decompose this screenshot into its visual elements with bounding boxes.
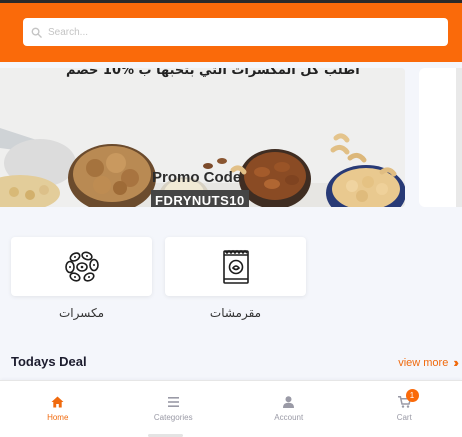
nuts-photo: [0, 68, 405, 207]
promo-code-label: Promo Code: [152, 169, 242, 186]
nav-home-label: Home: [47, 413, 69, 422]
app-header: [0, 0, 462, 62]
search-icon: [31, 27, 42, 38]
todays-deal-title: Todays Deal: [11, 354, 87, 369]
search-bar[interactable]: [23, 18, 448, 46]
home-icon: [51, 395, 64, 409]
promo-code-value: FDRYNUTS10: [151, 190, 249, 207]
nav-home[interactable]: Home: [0, 381, 116, 437]
bottom-navigation: Home Categories Account Cart 1: [0, 380, 462, 437]
next-banner-preview[interactable]: [419, 68, 462, 207]
nuts-icon: [64, 250, 99, 282]
user-icon: [283, 395, 295, 409]
snack-bag-icon: [222, 249, 249, 284]
menu-icon: [167, 395, 179, 409]
nav-cart-label: Cart: [396, 413, 412, 422]
view-more-label[interactable]: view more: [398, 357, 448, 369]
promo-headline: اطلب كل المكسرات التي بتحبها ب %10 خصم: [66, 68, 360, 78]
nav-cart[interactable]: Cart 1: [347, 381, 462, 437]
promo-banner[interactable]: اطلب كل المكسرات التي بتحبها ب %10 خصم P…: [0, 68, 405, 207]
cart-count-badge: 1: [405, 389, 419, 402]
nav-categories-label: Categories: [153, 413, 193, 422]
category-card-nuts[interactable]: [11, 237, 152, 296]
view-more-link[interactable]: view more ››: [398, 355, 458, 370]
nav-account-label: Account: [274, 413, 304, 422]
category-card-snacks[interactable]: [165, 237, 306, 296]
double-chevron-right-icon: ››: [453, 355, 458, 370]
nav-categories[interactable]: Categories: [116, 381, 232, 437]
search-input[interactable]: [48, 26, 428, 38]
banner-edge: [456, 68, 462, 207]
category-label-snacks[interactable]: مقرمشات: [165, 306, 306, 320]
category-label-nuts[interactable]: مكسرات: [11, 306, 152, 320]
nav-account[interactable]: Account: [231, 381, 347, 437]
